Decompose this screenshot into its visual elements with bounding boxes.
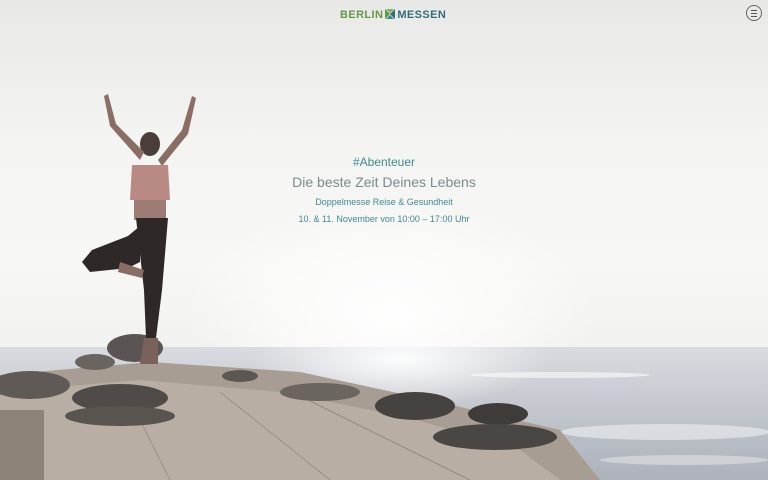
hamburger-menu-icon	[751, 10, 757, 11]
hero-background-photo	[0, 94, 600, 480]
hero-hashtag: #Abenteuer	[352, 155, 416, 169]
hero-section: BERLIN MESSEN #Abenteuer Die beste Zeit D…	[0, 0, 768, 480]
logo-mark-icon	[385, 9, 396, 19]
hero-date: 10. & 11. November von 10:00 – 17:00 Uhr	[298, 214, 470, 224]
berlin-messen-logo[interactable]: BERLIN MESSEN	[340, 8, 446, 21]
hero-title: Die beste Zeit Deines Lebens	[292, 174, 476, 190]
logo-text-berlin: BERLIN	[340, 9, 384, 21]
menu-button[interactable]	[746, 5, 762, 21]
hamburger-menu-icon	[751, 16, 757, 17]
site-header: BERLIN MESSEN	[0, 0, 768, 30]
hero-subtitle: Doppelmesse Reise & Gesundheit	[315, 197, 453, 207]
hamburger-menu-icon	[751, 13, 757, 14]
logo-text-messen: MESSEN	[397, 9, 447, 21]
hero-text: #Abenteuer Die beste Zeit Deines Lebens …	[234, 155, 534, 226]
